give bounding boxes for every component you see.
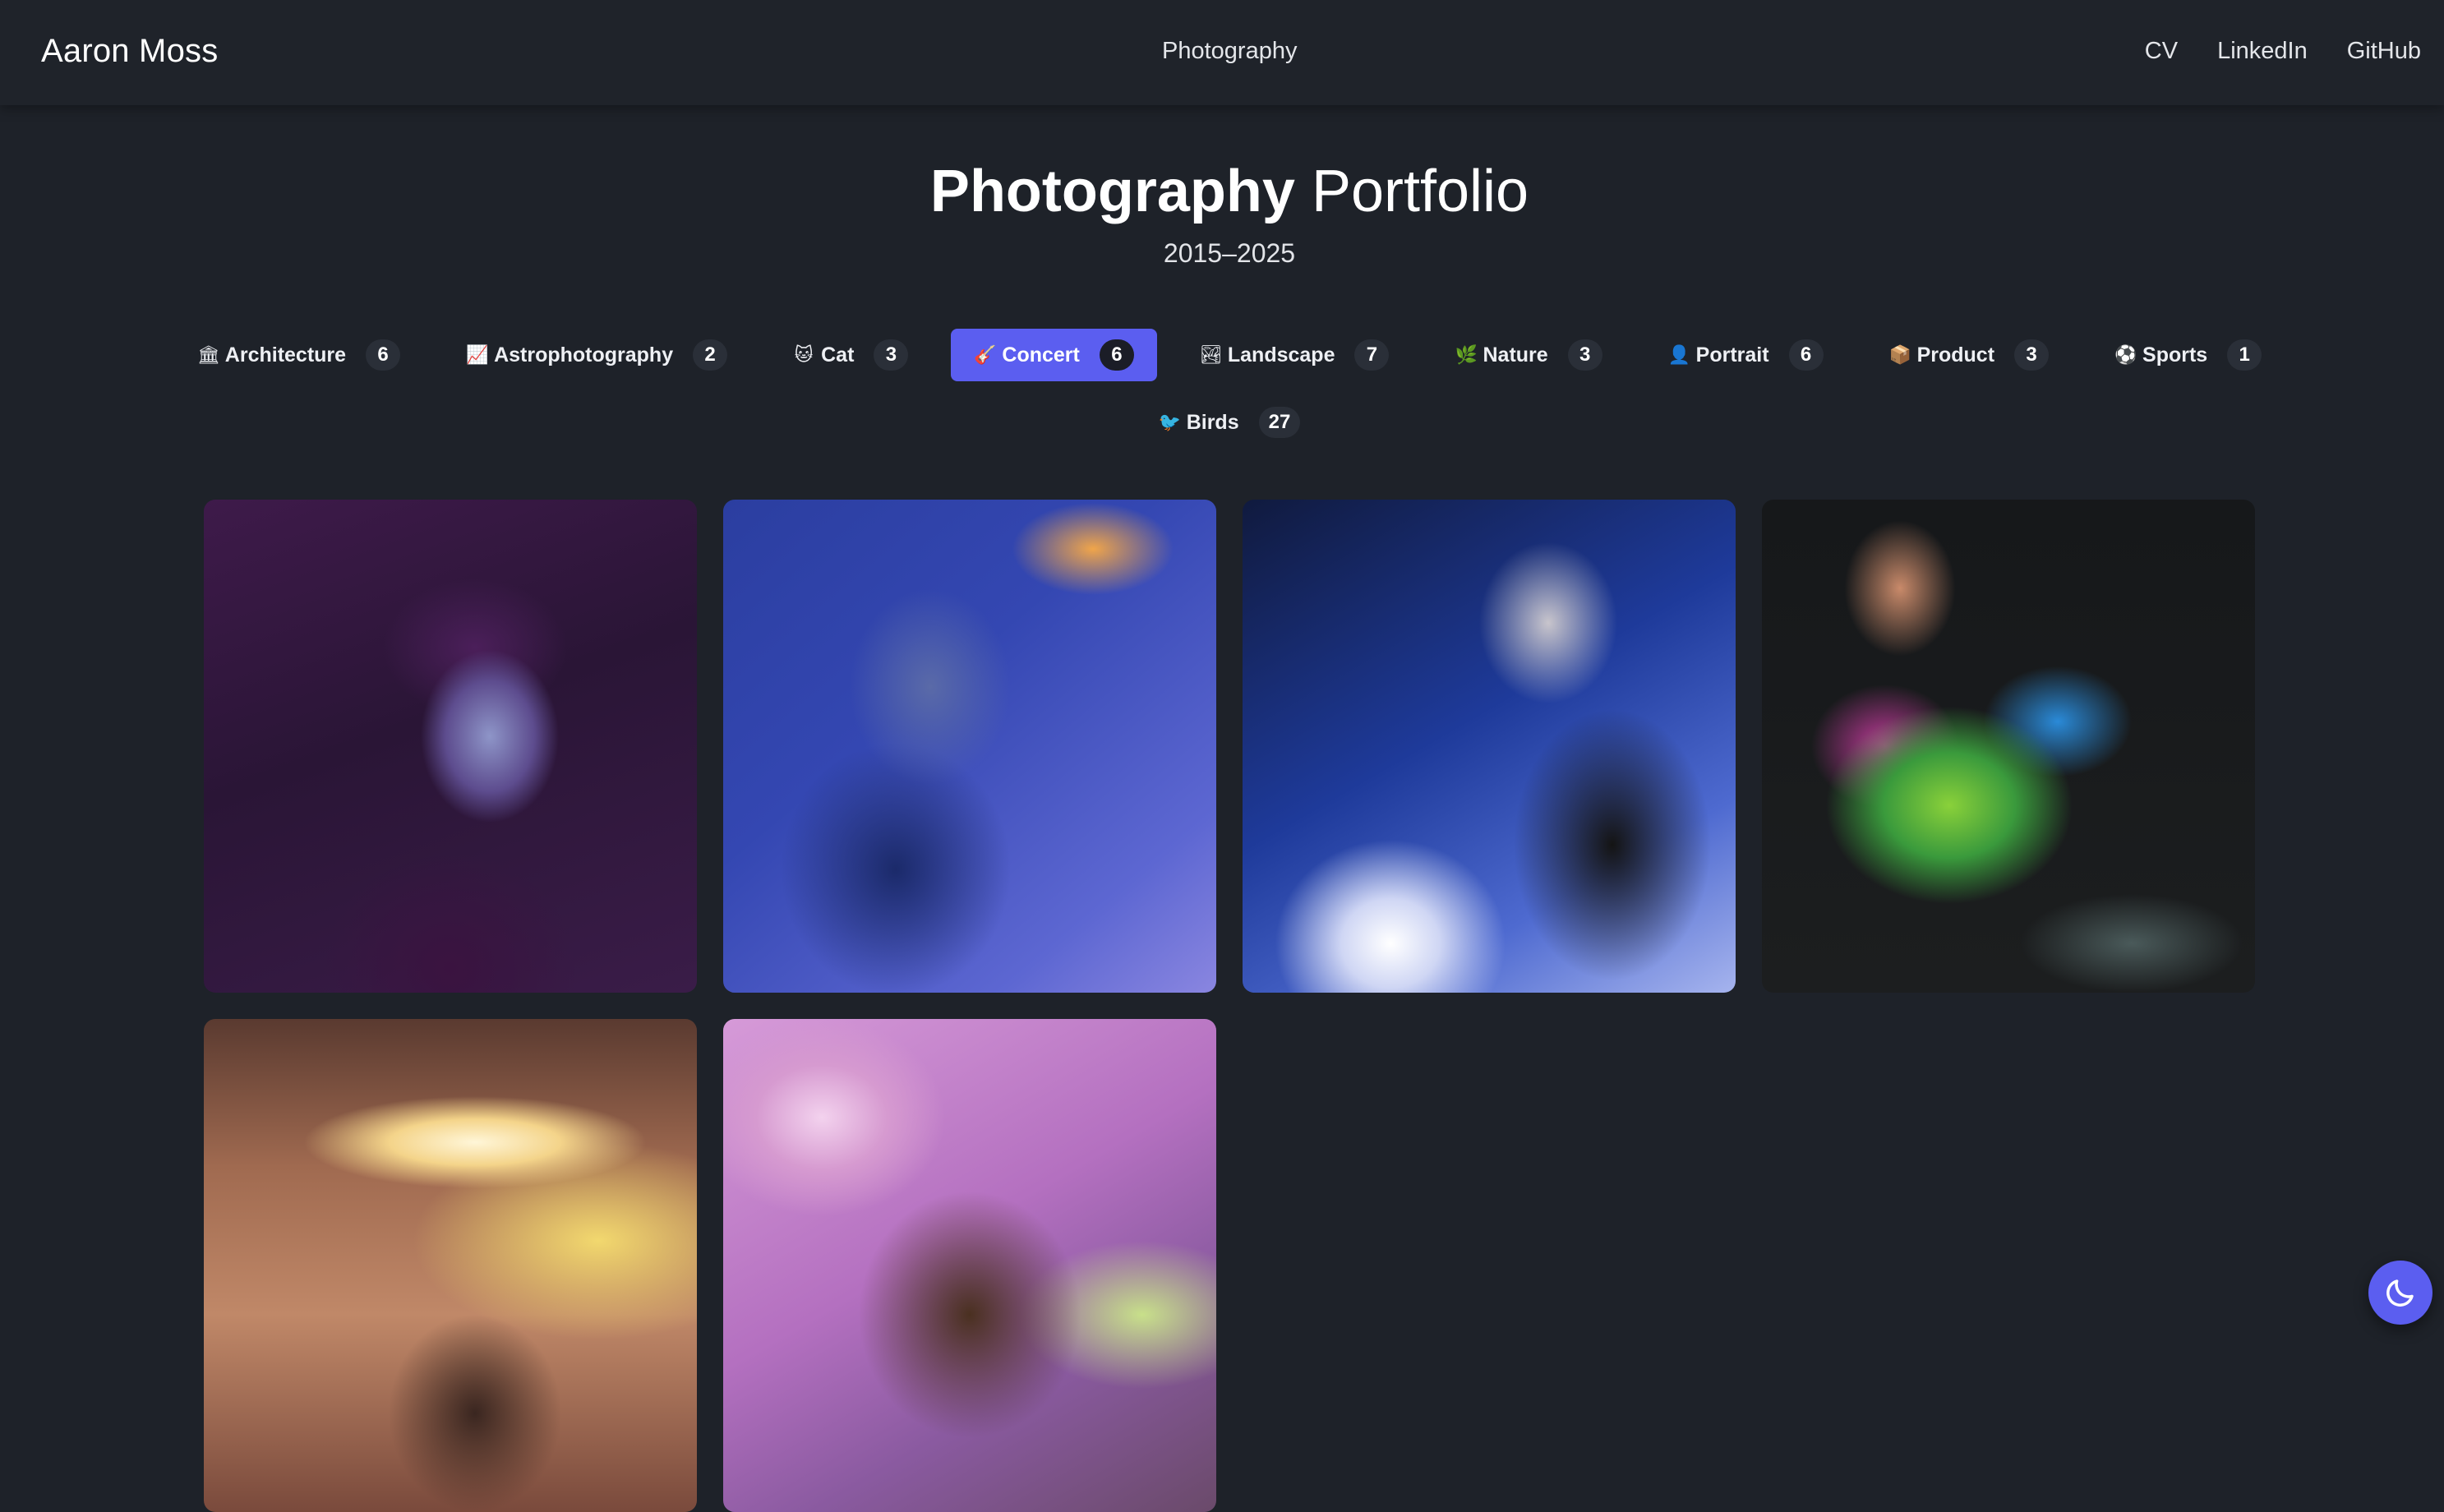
- cat-face-icon: 🐱: [794, 344, 814, 366]
- filter-label: Architecture: [224, 343, 347, 366]
- filter-count-badge: 6: [1099, 339, 1134, 371]
- classical-building-icon: 🏛: [196, 344, 220, 366]
- filter-label: Portrait: [1695, 343, 1769, 366]
- page-title-light: Portfolio: [1311, 159, 1529, 224]
- filter-count-badge: 3: [874, 339, 909, 371]
- filter-sports[interactable]: ⚽ Sports 1: [2091, 329, 2285, 381]
- moon-icon: [2386, 1279, 2414, 1307]
- filter-count-badge: 7: [1354, 339, 1390, 371]
- filter-birds[interactable]: 🐦 Birds 27: [1136, 396, 1324, 449]
- filter-row-2: 🐦 Birds 27: [204, 396, 2255, 449]
- concert-photo-1[interactable]: [204, 500, 697, 993]
- bird-icon: 🐦: [1158, 412, 1182, 433]
- filter-label: Sports: [2142, 343, 2208, 366]
- page-title-strong: Photography: [929, 159, 1295, 224]
- filter-product[interactable]: 📦 Product 3: [1866, 329, 2072, 381]
- person-icon: 👤: [1667, 344, 1691, 366]
- filter-label: Birds: [1186, 410, 1239, 434]
- filter-label: Cat: [821, 343, 855, 366]
- top-navbar: Aaron Moss Photography CV LinkedIn GitHu…: [0, 0, 2444, 105]
- theme-toggle-button[interactable]: [2368, 1261, 2432, 1325]
- category-filters: 🏛 Architecture 6 📈 Astrophotography 2 🐱 …: [197, 329, 2262, 449]
- filter-label: Nature: [1483, 343, 1548, 366]
- chart-icon: 📈: [466, 344, 489, 366]
- page-subtitle-years: 2015–2025: [1163, 238, 1296, 268]
- concert-photo-2[interactable]: [723, 500, 1216, 993]
- nav-photography-link[interactable]: Photography: [1162, 38, 1297, 64]
- filter-concert[interactable]: 🎸 Concert 6: [951, 329, 1157, 381]
- filter-count-badge: 3: [1567, 339, 1602, 371]
- concert-photo-6[interactable]: [723, 1019, 1216, 1512]
- landscape-icon: 🏞: [1199, 344, 1223, 366]
- photo-gallery: [204, 500, 2255, 1512]
- filter-astrophotography[interactable]: 📈 Astrophotography 2: [443, 329, 750, 381]
- filter-count-badge: 6: [366, 339, 401, 371]
- filter-cat[interactable]: 🐱 Cat 3: [770, 329, 931, 381]
- nav-linkedin-link[interactable]: LinkedIn: [2217, 38, 2308, 65]
- page-title: Photography Portfolio: [0, 154, 2444, 228]
- filter-row-1: 🏛 Architecture 6 📈 Astrophotography 2 🐱 …: [197, 329, 2262, 381]
- filter-count-badge: 1: [2227, 339, 2262, 371]
- nav-github-link[interactable]: GitHub: [2347, 38, 2421, 65]
- filter-count-badge: 3: [2014, 339, 2050, 371]
- herb-icon: 🌿: [1455, 344, 1478, 366]
- filter-nature[interactable]: 🌿 Nature 3: [1432, 329, 1625, 381]
- external-links: CV LinkedIn GitHub: [2145, 38, 2421, 65]
- site-brand[interactable]: Aaron Moss: [41, 33, 218, 70]
- package-icon: 📦: [1888, 344, 1911, 366]
- filter-architecture[interactable]: 🏛 Architecture 6: [174, 329, 423, 381]
- filter-label: Concert: [1002, 343, 1080, 366]
- filter-label: Product: [1916, 343, 1995, 366]
- concert-photo-5[interactable]: [204, 1019, 697, 1512]
- nav-photography[interactable]: Photography: [1162, 38, 1297, 65]
- concert-photo-4[interactable]: [1762, 500, 2255, 993]
- filter-portrait[interactable]: 👤 Portrait 6: [1645, 329, 1847, 381]
- soccer-ball-icon: ⚽: [2114, 344, 2137, 366]
- filter-landscape[interactable]: 🏞 Landscape 7: [1177, 329, 1413, 381]
- guitar-icon: 🎸: [974, 344, 997, 366]
- concert-photo-3[interactable]: [1243, 500, 1736, 993]
- filter-label: Astrophotography: [494, 343, 674, 366]
- filter-count-badge: 2: [693, 339, 728, 371]
- filter-count-badge: 27: [1258, 407, 1301, 438]
- filter-label: Landscape: [1227, 343, 1335, 366]
- filter-count-badge: 6: [1788, 339, 1824, 371]
- nav-cv-link[interactable]: CV: [2145, 38, 2178, 65]
